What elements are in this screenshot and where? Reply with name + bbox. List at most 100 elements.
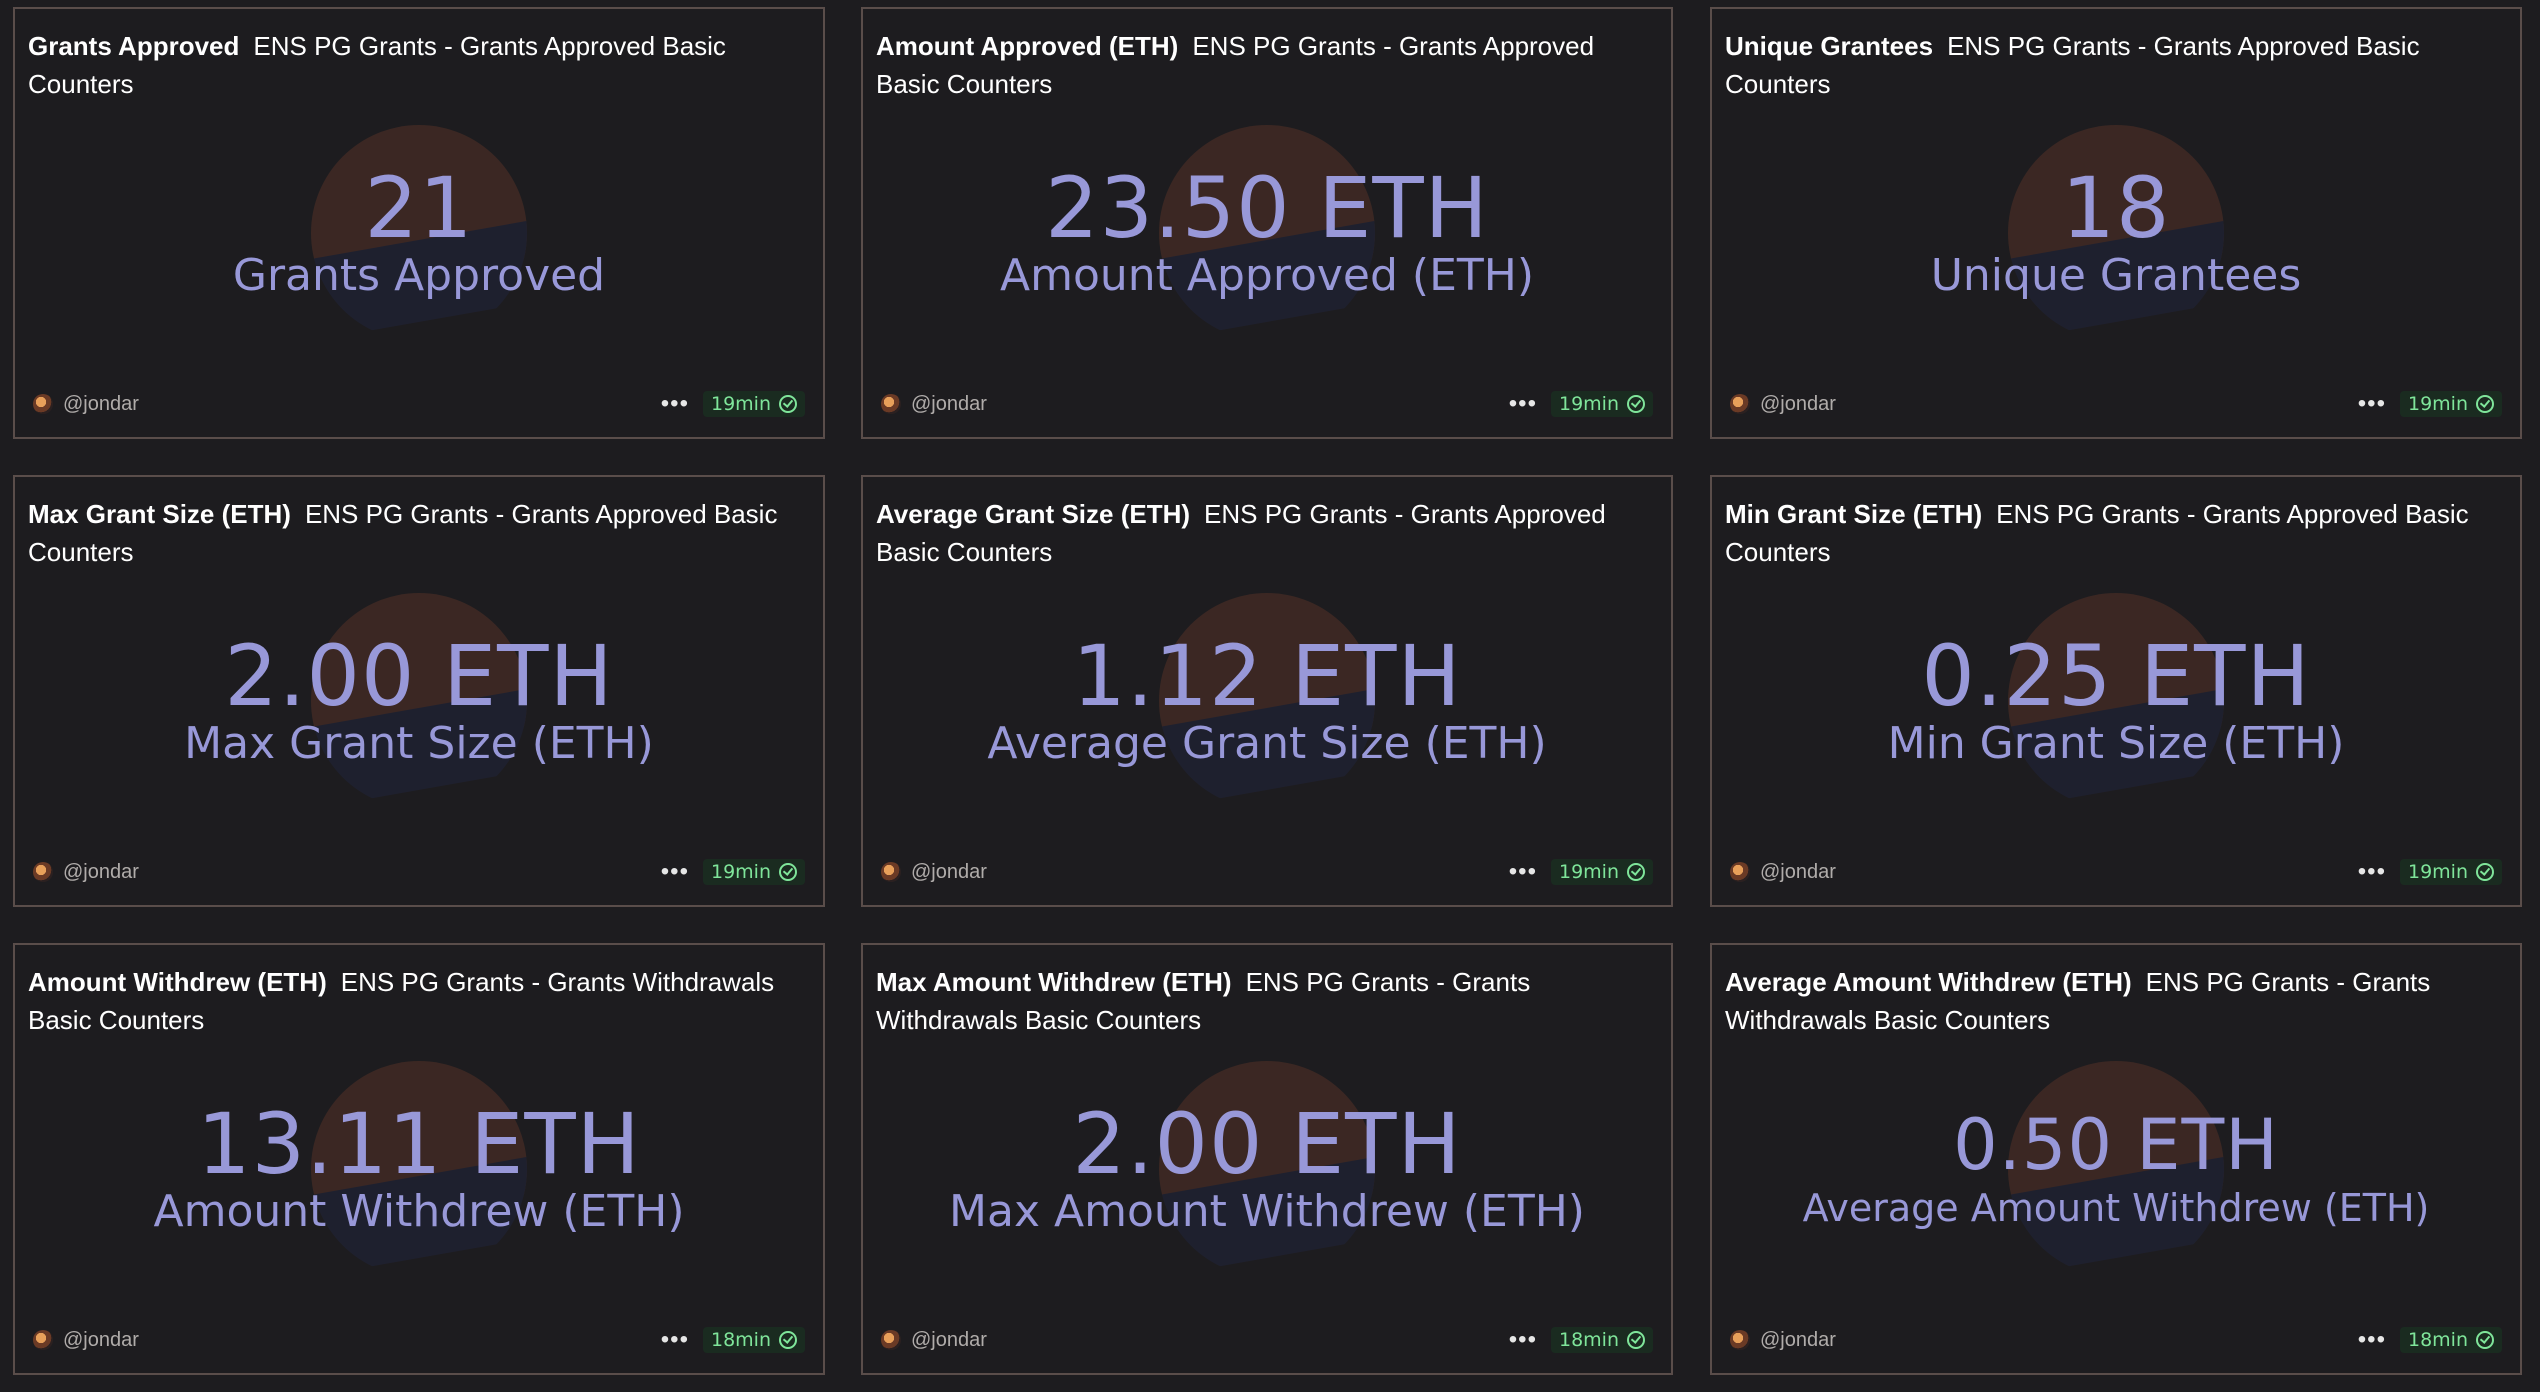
check-circle-icon: [779, 863, 797, 881]
freshness-badge[interactable]: 19min: [702, 391, 805, 417]
counter-card-amount-approved[interactable]: Amount Approved (ETH) ENS PG Grants - Gra…: [861, 7, 1673, 439]
more-options-icon[interactable]: •••: [661, 1328, 689, 1352]
author[interactable]: @jondar: [33, 861, 139, 884]
author[interactable]: @jondar: [881, 393, 987, 416]
footer-actions: ••• 19min: [661, 391, 805, 417]
freshness-badge[interactable]: 18min: [2399, 1327, 2502, 1353]
card-footer: @jondar ••• 18min: [33, 1325, 805, 1355]
author-handle: @jondar: [1760, 1328, 1836, 1351]
card-title[interactable]: Average Amount Withdrew (ETH): [1725, 967, 2132, 997]
footer-actions: ••• 19min: [1509, 859, 1653, 885]
card-body: 23.50 ETH Amount Approved (ETH): [863, 89, 1671, 377]
check-circle-icon: [779, 395, 797, 413]
card-title[interactable]: Amount Withdrew (ETH): [28, 967, 327, 997]
card-title[interactable]: Max Amount Withdrew (ETH): [876, 967, 1232, 997]
freshness-badge[interactable]: 19min: [702, 859, 805, 885]
counter: 2.00 ETH Max Grant Size (ETH): [15, 633, 823, 769]
counter: 0.50 ETH Average Amount Withdrew (ETH): [1712, 1106, 2520, 1232]
author[interactable]: @jondar: [881, 1329, 987, 1352]
avatar: [881, 1330, 901, 1350]
more-options-icon[interactable]: •••: [661, 392, 689, 416]
avatar: [1730, 862, 1750, 882]
counter-label: Min Grant Size (ETH): [1887, 718, 2345, 769]
card-title[interactable]: Amount Approved (ETH): [876, 31, 1178, 61]
counter-card-max-amount-withdrew[interactable]: Max Amount Withdrew (ETH) ENS PG Grants -…: [861, 943, 1673, 1375]
card-footer: @jondar ••• 19min: [881, 857, 1653, 887]
counter-value: 23.50 ETH: [1045, 159, 1489, 257]
counter-label: Amount Approved (ETH): [999, 250, 1534, 301]
author[interactable]: @jondar: [1730, 393, 1836, 416]
more-options-icon[interactable]: •••: [1509, 1328, 1537, 1352]
more-options-icon[interactable]: •••: [2358, 1328, 2386, 1352]
check-circle-icon: [2476, 395, 2494, 413]
card-body: 2.00 ETH Max Grant Size (ETH): [15, 557, 823, 845]
card-title[interactable]: Average Grant Size (ETH): [876, 499, 1190, 529]
counter-card-unique-grantees[interactable]: Unique Grantees ENS PG Grants - Grants Ap…: [1710, 7, 2522, 439]
footer-actions: ••• 18min: [2358, 1327, 2502, 1353]
avatar: [881, 862, 901, 882]
footer-actions: ••• 19min: [2358, 391, 2502, 417]
author-handle: @jondar: [911, 860, 987, 883]
author[interactable]: @jondar: [881, 861, 987, 884]
author-handle: @jondar: [63, 1328, 139, 1351]
freshness-time: 19min: [2407, 861, 2468, 883]
freshness-badge[interactable]: 19min: [1550, 391, 1653, 417]
check-circle-icon: [1627, 395, 1645, 413]
counter: 0.25 ETH Min Grant Size (ETH): [1712, 633, 2520, 769]
counter-value: 13.11 ETH: [197, 1095, 641, 1193]
author[interactable]: @jondar: [1730, 1329, 1836, 1352]
freshness-badge[interactable]: 18min: [702, 1327, 805, 1353]
footer-actions: ••• 19min: [661, 859, 805, 885]
more-options-icon[interactable]: •••: [661, 860, 689, 884]
counter: 21 Grants Approved: [15, 165, 823, 301]
freshness-badge[interactable]: 19min: [1550, 859, 1653, 885]
author[interactable]: @jondar: [33, 393, 139, 416]
freshness-badge[interactable]: 18min: [1550, 1327, 1653, 1353]
more-options-icon[interactable]: •••: [2358, 860, 2386, 884]
counter: 23.50 ETH Amount Approved (ETH): [863, 165, 1671, 301]
author-handle: @jondar: [911, 392, 987, 415]
check-circle-icon: [2476, 1331, 2494, 1349]
counter-card-max-grant-size[interactable]: Max Grant Size (ETH) ENS PG Grants - Gran…: [13, 475, 825, 907]
footer-actions: ••• 18min: [1509, 1327, 1653, 1353]
counter-value: 18: [2061, 159, 2171, 257]
card-title[interactable]: Unique Grantees: [1725, 31, 1933, 61]
more-options-icon[interactable]: •••: [1509, 860, 1537, 884]
counter-card-grants-approved[interactable]: Grants Approved ENS PG Grants - Grants Ap…: [13, 7, 825, 439]
card-title[interactable]: Max Grant Size (ETH): [28, 499, 291, 529]
card-body: 18 Unique Grantees: [1712, 89, 2520, 377]
counter-value: 0.50 ETH: [1953, 1104, 2279, 1186]
freshness-badge[interactable]: 19min: [2399, 391, 2502, 417]
author[interactable]: @jondar: [33, 1329, 139, 1352]
counter-card-amount-withdrew[interactable]: Amount Withdrew (ETH) ENS PG Grants - Gra…: [13, 943, 825, 1375]
footer-actions: ••• 18min: [661, 1327, 805, 1353]
counter: 1.12 ETH Average Grant Size (ETH): [863, 633, 1671, 769]
counter-value: 2.00 ETH: [1072, 1095, 1462, 1193]
check-circle-icon: [1627, 1331, 1645, 1349]
counter-value: 2.00 ETH: [224, 627, 614, 725]
dashboard-grid: Grants Approved ENS PG Grants - Grants Ap…: [0, 0, 2540, 1392]
freshness-time: 19min: [710, 393, 771, 415]
counter-card-min-grant-size[interactable]: Min Grant Size (ETH) ENS PG Grants - Gran…: [1710, 475, 2522, 907]
footer-actions: ••• 19min: [1509, 391, 1653, 417]
card-footer: @jondar ••• 19min: [1730, 389, 2502, 419]
author-handle: @jondar: [1760, 860, 1836, 883]
freshness-badge[interactable]: 19min: [2399, 859, 2502, 885]
freshness-time: 18min: [2407, 1329, 2468, 1351]
author[interactable]: @jondar: [1730, 861, 1836, 884]
counter-label: Max Amount Withdrew (ETH): [949, 1186, 1585, 1237]
card-footer: @jondar ••• 19min: [881, 389, 1653, 419]
counter-card-average-amount-withdrew[interactable]: Average Amount Withdrew (ETH) ENS PG Gran…: [1710, 943, 2522, 1375]
avatar: [33, 1330, 53, 1350]
author-handle: @jondar: [63, 392, 139, 415]
counter-card-average-grant-size[interactable]: Average Grant Size (ETH) ENS PG Grants - …: [861, 475, 1673, 907]
card-title[interactable]: Grants Approved: [28, 31, 239, 61]
card-body: 1.12 ETH Average Grant Size (ETH): [863, 557, 1671, 845]
freshness-time: 19min: [2407, 393, 2468, 415]
more-options-icon[interactable]: •••: [2358, 392, 2386, 416]
card-body: 0.50 ETH Average Amount Withdrew (ETH): [1712, 1025, 2520, 1313]
card-footer: @jondar ••• 18min: [1730, 1325, 2502, 1355]
card-title[interactable]: Min Grant Size (ETH): [1725, 499, 1982, 529]
more-options-icon[interactable]: •••: [1509, 392, 1537, 416]
card-body: 13.11 ETH Amount Withdrew (ETH): [15, 1025, 823, 1313]
